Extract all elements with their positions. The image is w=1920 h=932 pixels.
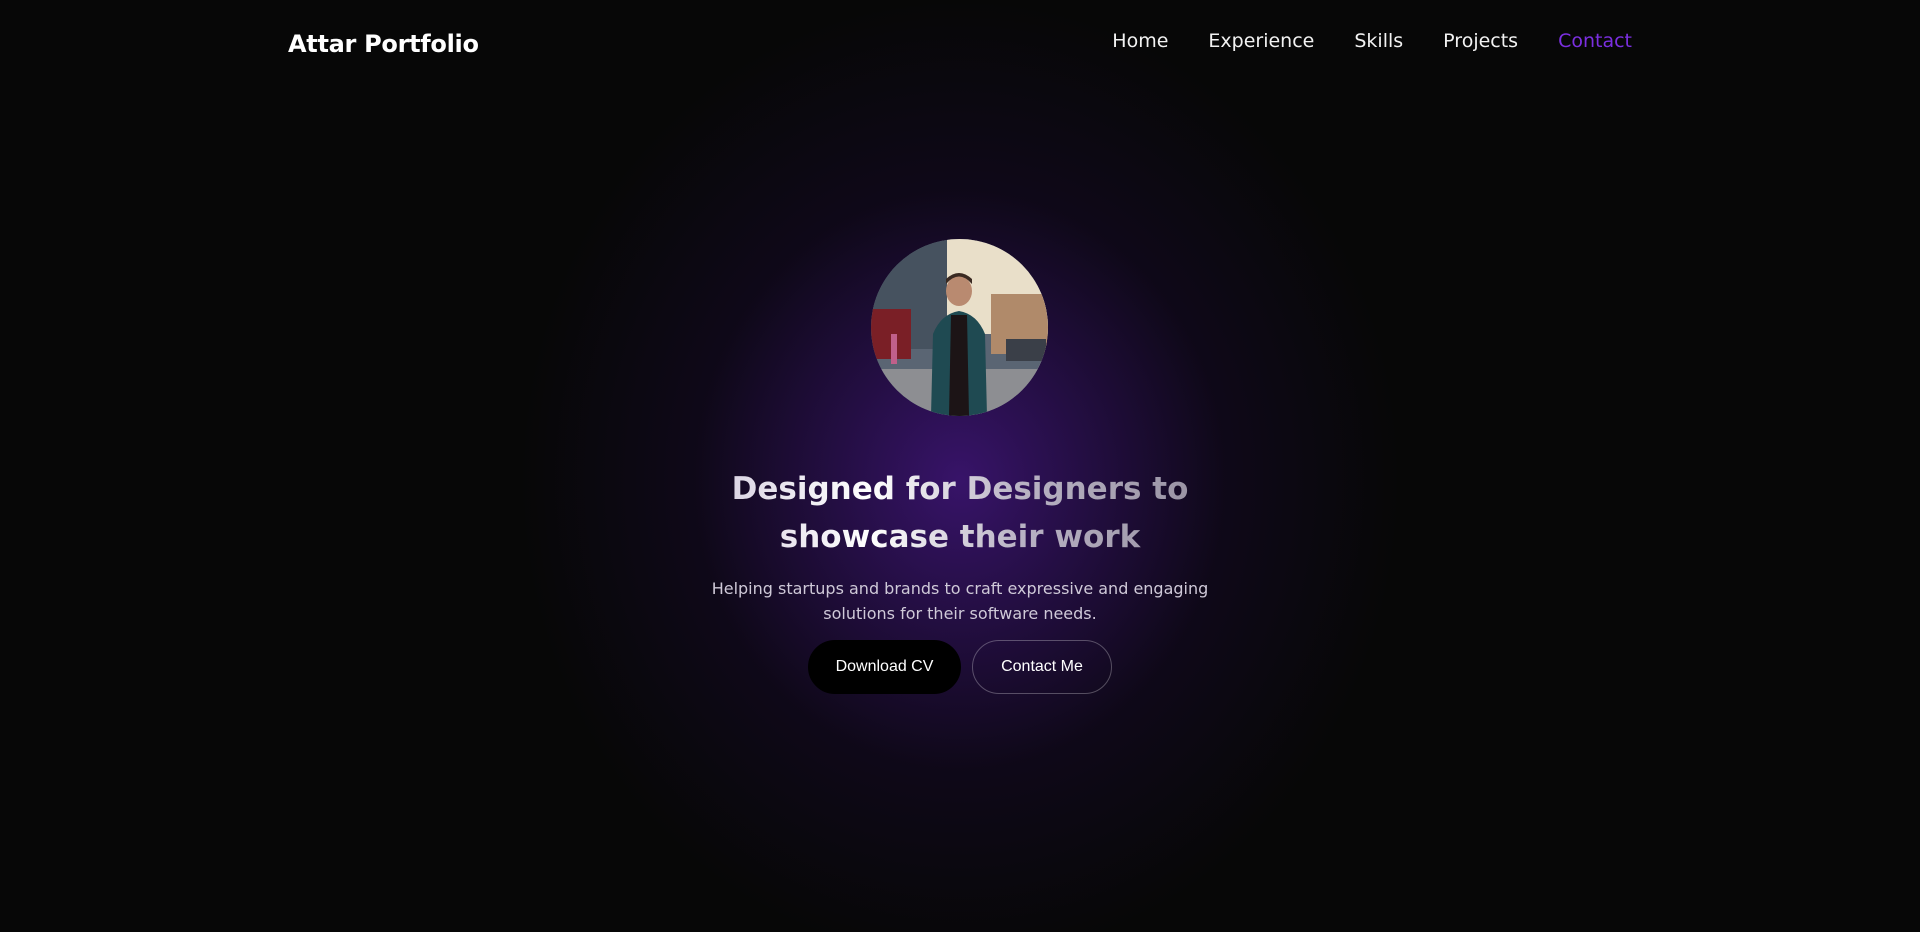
contact-me-button[interactable]: Contact Me	[972, 640, 1112, 694]
hero-subtext-line-1: Helping startups and brands to craft exp…	[711, 579, 1209, 598]
brand-logo[interactable]: Attar Portfolio	[288, 30, 479, 58]
nav-home[interactable]: Home	[1112, 30, 1168, 52]
hero-headline-line-1: Designed for Designers to	[731, 470, 1189, 507]
nav-projects[interactable]: Projects	[1443, 30, 1518, 52]
site-header: Attar Portfolio Home Experience Skills P…	[0, 0, 1920, 96]
download-cv-button[interactable]: Download CV	[808, 640, 961, 694]
nav-experience[interactable]: Experience	[1208, 30, 1314, 52]
profile-avatar	[871, 239, 1048, 416]
profile-photo-icon	[871, 239, 1048, 416]
nav-skills[interactable]: Skills	[1354, 30, 1403, 52]
hero-subtext: Helping startups and brands to craft exp…	[660, 576, 1260, 626]
hero-headline: Designed for Designers to showcase their…	[660, 465, 1260, 561]
hero-headline-line-2: showcase their work	[779, 518, 1141, 555]
nav-contact[interactable]: Contact	[1558, 30, 1632, 52]
main-nav: Home Experience Skills Projects Contact	[1112, 30, 1632, 52]
page: Attar Portfolio Home Experience Skills P…	[0, 0, 1920, 932]
hero-subtext-line-2: solutions for their software needs.	[823, 604, 1097, 623]
hero-actions: Download CV Contact Me	[808, 640, 1112, 694]
